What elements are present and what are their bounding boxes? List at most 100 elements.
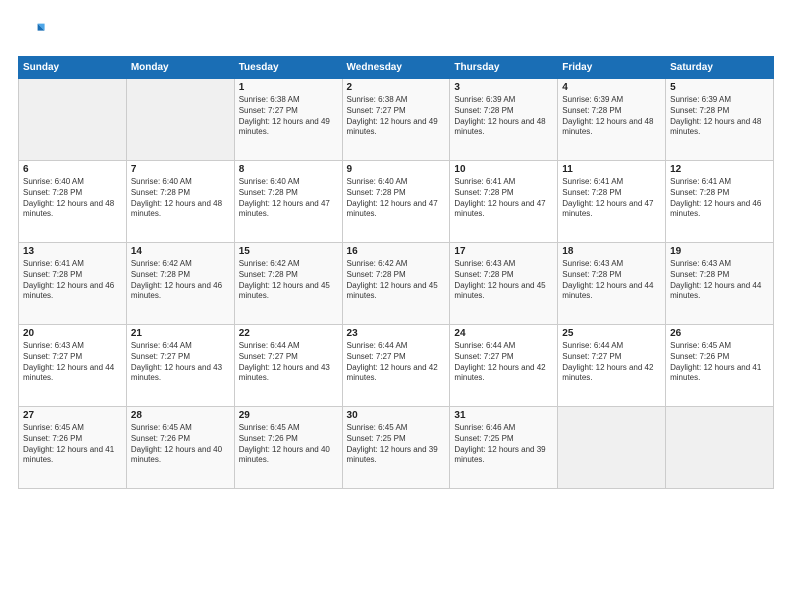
day-number: 19: [670, 246, 769, 257]
day-info: Sunrise: 6:40 AMSunset: 7:28 PMDaylight:…: [239, 177, 338, 220]
day-number: 9: [347, 164, 446, 175]
calendar-cell: 7 Sunrise: 6:40 AMSunset: 7:28 PMDayligh…: [126, 161, 234, 243]
day-number: 15: [239, 246, 338, 257]
day-number: 20: [23, 328, 122, 339]
header-wednesday: Wednesday: [342, 57, 450, 79]
logo: [18, 18, 50, 46]
day-number: 29: [239, 410, 338, 421]
day-number: 31: [454, 410, 553, 421]
day-number: 11: [562, 164, 661, 175]
header-sunday: Sunday: [19, 57, 127, 79]
calendar-cell: 10 Sunrise: 6:41 AMSunset: 7:28 PMDaylig…: [450, 161, 558, 243]
day-info: Sunrise: 6:42 AMSunset: 7:28 PMDaylight:…: [131, 259, 230, 302]
calendar-cell: 28 Sunrise: 6:45 AMSunset: 7:26 PMDaylig…: [126, 407, 234, 489]
calendar-week-row: 27 Sunrise: 6:45 AMSunset: 7:26 PMDaylig…: [19, 407, 774, 489]
day-info: Sunrise: 6:41 AMSunset: 7:28 PMDaylight:…: [562, 177, 661, 220]
calendar-cell: 17 Sunrise: 6:43 AMSunset: 7:28 PMDaylig…: [450, 243, 558, 325]
day-number: 21: [131, 328, 230, 339]
day-info: Sunrise: 6:40 AMSunset: 7:28 PMDaylight:…: [23, 177, 122, 220]
day-number: 8: [239, 164, 338, 175]
day-info: Sunrise: 6:41 AMSunset: 7:28 PMDaylight:…: [454, 177, 553, 220]
day-number: 6: [23, 164, 122, 175]
day-number: 23: [347, 328, 446, 339]
calendar-cell: 25 Sunrise: 6:44 AMSunset: 7:27 PMDaylig…: [558, 325, 666, 407]
day-info: Sunrise: 6:39 AMSunset: 7:28 PMDaylight:…: [562, 95, 661, 138]
calendar-cell: [558, 407, 666, 489]
day-number: 22: [239, 328, 338, 339]
day-info: Sunrise: 6:44 AMSunset: 7:27 PMDaylight:…: [562, 341, 661, 384]
day-info: Sunrise: 6:38 AMSunset: 7:27 PMDaylight:…: [347, 95, 446, 138]
day-number: 12: [670, 164, 769, 175]
calendar-cell: [126, 79, 234, 161]
day-info: Sunrise: 6:39 AMSunset: 7:28 PMDaylight:…: [454, 95, 553, 138]
calendar-cell: [666, 407, 774, 489]
calendar-cell: 2 Sunrise: 6:38 AMSunset: 7:27 PMDayligh…: [342, 79, 450, 161]
header-friday: Friday: [558, 57, 666, 79]
calendar-cell: 27 Sunrise: 6:45 AMSunset: 7:26 PMDaylig…: [19, 407, 127, 489]
day-number: 7: [131, 164, 230, 175]
day-number: 3: [454, 82, 553, 93]
day-info: Sunrise: 6:38 AMSunset: 7:27 PMDaylight:…: [239, 95, 338, 138]
day-number: 25: [562, 328, 661, 339]
calendar-cell: 5 Sunrise: 6:39 AMSunset: 7:28 PMDayligh…: [666, 79, 774, 161]
day-info: Sunrise: 6:41 AMSunset: 7:28 PMDaylight:…: [670, 177, 769, 220]
day-info: Sunrise: 6:43 AMSunset: 7:28 PMDaylight:…: [562, 259, 661, 302]
day-info: Sunrise: 6:45 AMSunset: 7:26 PMDaylight:…: [670, 341, 769, 384]
day-info: Sunrise: 6:44 AMSunset: 7:27 PMDaylight:…: [454, 341, 553, 384]
calendar-cell: 24 Sunrise: 6:44 AMSunset: 7:27 PMDaylig…: [450, 325, 558, 407]
day-info: Sunrise: 6:43 AMSunset: 7:27 PMDaylight:…: [23, 341, 122, 384]
calendar-cell: 26 Sunrise: 6:45 AMSunset: 7:26 PMDaylig…: [666, 325, 774, 407]
calendar-cell: 21 Sunrise: 6:44 AMSunset: 7:27 PMDaylig…: [126, 325, 234, 407]
calendar-cell: 4 Sunrise: 6:39 AMSunset: 7:28 PMDayligh…: [558, 79, 666, 161]
day-number: 17: [454, 246, 553, 257]
calendar-cell: 18 Sunrise: 6:43 AMSunset: 7:28 PMDaylig…: [558, 243, 666, 325]
calendar-cell: 29 Sunrise: 6:45 AMSunset: 7:26 PMDaylig…: [234, 407, 342, 489]
day-number: 1: [239, 82, 338, 93]
day-info: Sunrise: 6:41 AMSunset: 7:28 PMDaylight:…: [23, 259, 122, 302]
day-info: Sunrise: 6:45 AMSunset: 7:25 PMDaylight:…: [347, 423, 446, 466]
calendar-cell: 11 Sunrise: 6:41 AMSunset: 7:28 PMDaylig…: [558, 161, 666, 243]
calendar-cell: 20 Sunrise: 6:43 AMSunset: 7:27 PMDaylig…: [19, 325, 127, 407]
day-info: Sunrise: 6:43 AMSunset: 7:28 PMDaylight:…: [454, 259, 553, 302]
day-info: Sunrise: 6:40 AMSunset: 7:28 PMDaylight:…: [347, 177, 446, 220]
day-number: 13: [23, 246, 122, 257]
calendar-cell: 30 Sunrise: 6:45 AMSunset: 7:25 PMDaylig…: [342, 407, 450, 489]
calendar-cell: 12 Sunrise: 6:41 AMSunset: 7:28 PMDaylig…: [666, 161, 774, 243]
calendar-cell: 16 Sunrise: 6:42 AMSunset: 7:28 PMDaylig…: [342, 243, 450, 325]
calendar-cell: 1 Sunrise: 6:38 AMSunset: 7:27 PMDayligh…: [234, 79, 342, 161]
day-number: 4: [562, 82, 661, 93]
day-info: Sunrise: 6:39 AMSunset: 7:28 PMDaylight:…: [670, 95, 769, 138]
day-info: Sunrise: 6:40 AMSunset: 7:28 PMDaylight:…: [131, 177, 230, 220]
day-number: 27: [23, 410, 122, 421]
calendar-week-row: 6 Sunrise: 6:40 AMSunset: 7:28 PMDayligh…: [19, 161, 774, 243]
header-monday: Monday: [126, 57, 234, 79]
calendar-cell: 31 Sunrise: 6:46 AMSunset: 7:25 PMDaylig…: [450, 407, 558, 489]
day-info: Sunrise: 6:44 AMSunset: 7:27 PMDaylight:…: [131, 341, 230, 384]
day-number: 5: [670, 82, 769, 93]
day-number: 18: [562, 246, 661, 257]
calendar-cell: 23 Sunrise: 6:44 AMSunset: 7:27 PMDaylig…: [342, 325, 450, 407]
calendar-cell: 13 Sunrise: 6:41 AMSunset: 7:28 PMDaylig…: [19, 243, 127, 325]
calendar-cell: 15 Sunrise: 6:42 AMSunset: 7:28 PMDaylig…: [234, 243, 342, 325]
calendar-cell: 9 Sunrise: 6:40 AMSunset: 7:28 PMDayligh…: [342, 161, 450, 243]
header-tuesday: Tuesday: [234, 57, 342, 79]
day-info: Sunrise: 6:43 AMSunset: 7:28 PMDaylight:…: [670, 259, 769, 302]
calendar-cell: 3 Sunrise: 6:39 AMSunset: 7:28 PMDayligh…: [450, 79, 558, 161]
calendar-cell: 8 Sunrise: 6:40 AMSunset: 7:28 PMDayligh…: [234, 161, 342, 243]
day-info: Sunrise: 6:45 AMSunset: 7:26 PMDaylight:…: [239, 423, 338, 466]
header-thursday: Thursday: [450, 57, 558, 79]
calendar-week-row: 20 Sunrise: 6:43 AMSunset: 7:27 PMDaylig…: [19, 325, 774, 407]
day-number: 10: [454, 164, 553, 175]
day-number: 2: [347, 82, 446, 93]
day-info: Sunrise: 6:42 AMSunset: 7:28 PMDaylight:…: [239, 259, 338, 302]
calendar-header-row: Sunday Monday Tuesday Wednesday Thursday…: [19, 57, 774, 79]
day-number: 16: [347, 246, 446, 257]
day-info: Sunrise: 6:45 AMSunset: 7:26 PMDaylight:…: [23, 423, 122, 466]
page-header: [18, 18, 774, 46]
calendar-cell: 22 Sunrise: 6:44 AMSunset: 7:27 PMDaylig…: [234, 325, 342, 407]
day-info: Sunrise: 6:45 AMSunset: 7:26 PMDaylight:…: [131, 423, 230, 466]
day-number: 26: [670, 328, 769, 339]
day-info: Sunrise: 6:44 AMSunset: 7:27 PMDaylight:…: [347, 341, 446, 384]
day-number: 30: [347, 410, 446, 421]
calendar-cell: [19, 79, 127, 161]
